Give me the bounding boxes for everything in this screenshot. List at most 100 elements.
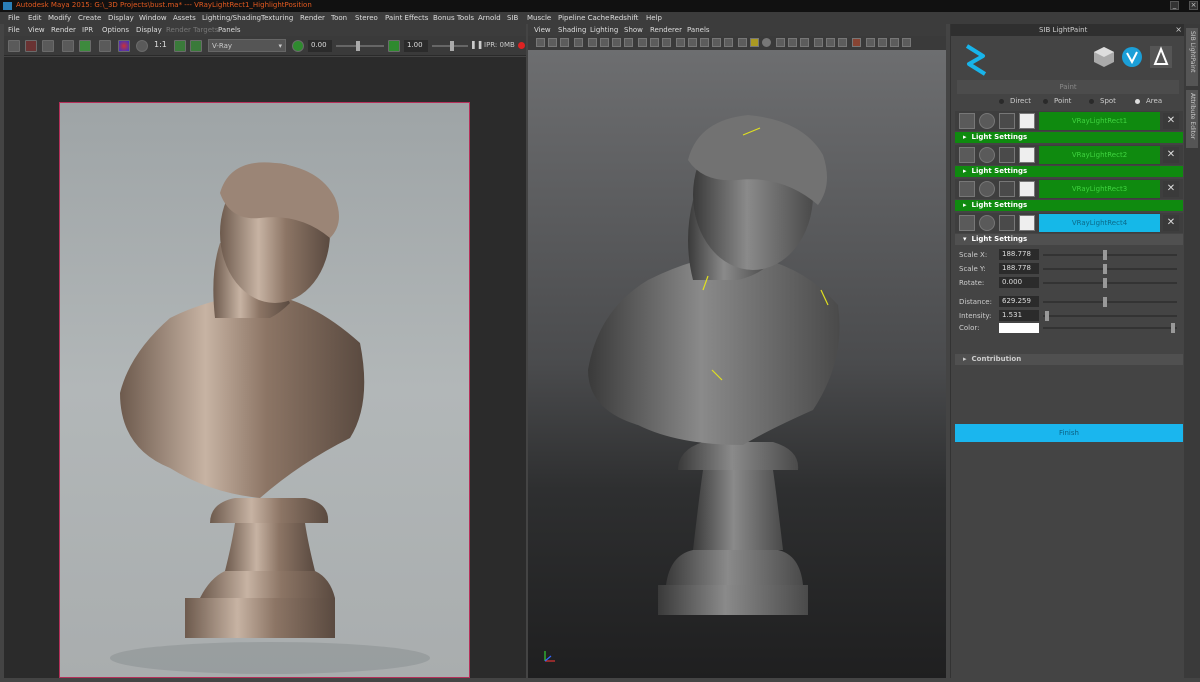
color-swatch[interactable] xyxy=(999,323,1039,333)
light-select-icon[interactable] xyxy=(1019,215,1035,231)
light-visibility-icon[interactable] xyxy=(999,147,1015,163)
viewport-misc-icon[interactable] xyxy=(902,38,911,47)
menu-paint-effects[interactable]: Paint Effects xyxy=(385,14,428,22)
image-plane-icon[interactable] xyxy=(574,38,583,47)
light-name-button[interactable]: VRayLightRect1 xyxy=(1039,112,1160,130)
delete-light-icon[interactable]: ✕ xyxy=(1163,181,1179,197)
resolution-gate-icon[interactable] xyxy=(612,38,621,47)
light-settings-header-expanded[interactable]: ▾ Light Settings xyxy=(955,234,1183,245)
isolate-select-icon[interactable] xyxy=(800,38,809,47)
rv-menu-display[interactable]: Display xyxy=(136,26,162,34)
xray-components-icon[interactable] xyxy=(838,38,847,47)
delete-light-icon[interactable]: ✕ xyxy=(1163,147,1179,163)
arnold-icon[interactable] xyxy=(1150,46,1172,68)
light-solo-icon[interactable] xyxy=(979,147,995,163)
exposure-slider[interactable] xyxy=(336,41,384,51)
rv-menu-file[interactable]: File xyxy=(8,26,20,34)
smooth-shade-icon[interactable] xyxy=(688,38,697,47)
toggle-icon-1[interactable] xyxy=(174,40,186,52)
light-name-button[interactable]: VRayLightRect2 xyxy=(1039,146,1160,164)
grid-icon[interactable] xyxy=(588,38,597,47)
xray-icon[interactable] xyxy=(814,38,823,47)
lights-icon[interactable] xyxy=(724,38,733,47)
ipr-icon[interactable] xyxy=(62,40,74,52)
light-settings-header[interactable]: ▸ Light Settings xyxy=(955,200,1183,211)
gamma-field[interactable]: 1.00 xyxy=(404,40,428,52)
rv-menu-options[interactable]: Options xyxy=(102,26,129,34)
distance-field[interactable]: 629.259 xyxy=(999,296,1039,307)
light-name-button[interactable]: VRayLightRect3 xyxy=(1039,180,1160,198)
close-button[interactable]: × xyxy=(1189,1,1198,10)
scale-y-knob[interactable] xyxy=(1103,264,1107,274)
xray-joints-icon[interactable] xyxy=(826,38,835,47)
render-region-icon[interactable] xyxy=(25,40,37,52)
menu-create[interactable]: Create xyxy=(78,14,101,22)
tab-attribute-editor[interactable]: Attribute Editor xyxy=(1186,90,1198,148)
redo-render-icon[interactable] xyxy=(8,40,20,52)
scale-y-field[interactable]: 188.778 xyxy=(999,263,1039,274)
film-gate-icon[interactable] xyxy=(600,38,609,47)
gamma-slider[interactable] xyxy=(432,41,468,51)
light-solo-icon[interactable] xyxy=(979,215,995,231)
exposure-field[interactable]: 0.00 xyxy=(308,40,332,52)
vp-menu-show[interactable]: Show xyxy=(624,26,643,34)
rotate-field[interactable]: 0.000 xyxy=(999,277,1039,288)
backface-icon[interactable] xyxy=(878,38,887,47)
menu-muscle[interactable]: Muscle xyxy=(527,14,551,22)
menu-render[interactable]: Render xyxy=(300,14,325,22)
pause-icon[interactable]: ❚❚ xyxy=(470,40,483,52)
minimize-button[interactable]: _ xyxy=(1170,1,1179,10)
menu-help[interactable]: Help xyxy=(646,14,662,22)
menu-stereo[interactable]: Stereo xyxy=(355,14,378,22)
intensity-slider[interactable] xyxy=(1043,311,1177,321)
select-camera-icon[interactable] xyxy=(536,38,545,47)
light-bulb-icon[interactable] xyxy=(959,181,975,197)
menu-file[interactable]: File xyxy=(8,14,20,22)
vp-menu-panels[interactable]: Panels xyxy=(687,26,710,34)
real-size-icon[interactable]: 1:1 xyxy=(154,40,167,52)
menu-display[interactable]: Display xyxy=(108,14,134,22)
gate-mask-icon[interactable] xyxy=(624,38,633,47)
distance-knob[interactable] xyxy=(1103,297,1107,307)
color-slider[interactable] xyxy=(1043,323,1177,333)
toggle-icon-2[interactable] xyxy=(190,40,202,52)
hud-icon[interactable] xyxy=(852,38,861,47)
camera-attributes-icon[interactable] xyxy=(548,38,557,47)
delete-light-icon[interactable]: ✕ xyxy=(1163,215,1179,231)
menu-bonus-tools[interactable]: Bonus Tools xyxy=(433,14,474,22)
light-visibility-icon[interactable] xyxy=(999,215,1015,231)
light-solo-icon[interactable] xyxy=(979,113,995,129)
contribution-header[interactable]: ▸ Contribution xyxy=(955,354,1183,365)
light-select-icon[interactable] xyxy=(1019,113,1035,129)
ambient-occlusion-icon[interactable] xyxy=(750,38,759,47)
light-bulb-icon[interactable] xyxy=(959,113,975,129)
vp-menu-view[interactable]: View xyxy=(534,26,551,34)
depth-of-field-icon[interactable] xyxy=(788,38,797,47)
menu-redshift[interactable]: Redshift xyxy=(610,14,638,22)
light-bulb-icon[interactable] xyxy=(959,147,975,163)
menu-texturing[interactable]: Texturing xyxy=(261,14,293,22)
light-visibility-icon[interactable] xyxy=(999,181,1015,197)
wireframe-on-shaded-icon[interactable] xyxy=(700,38,709,47)
bookmark-icon[interactable] xyxy=(560,38,569,47)
rotate-knob[interactable] xyxy=(1103,278,1107,288)
rv-menu-render-targets[interactable]: Render Targets xyxy=(166,26,218,34)
radio-area[interactable]: Area xyxy=(1135,97,1162,105)
gamma-slider-knob[interactable] xyxy=(450,41,454,51)
rv-menu-render[interactable]: Render xyxy=(51,26,76,34)
light-solo-icon[interactable] xyxy=(979,181,995,197)
exposure-icon[interactable] xyxy=(292,40,304,52)
light-settings-header[interactable]: ▸ Light Settings xyxy=(955,166,1183,177)
alpha-channel-icon[interactable] xyxy=(136,40,148,52)
scale-x-knob[interactable] xyxy=(1103,250,1107,260)
close-icon[interactable]: × xyxy=(1175,25,1182,34)
keep-image-icon[interactable] xyxy=(99,40,111,52)
safe-title-icon[interactable] xyxy=(662,38,671,47)
scale-x-slider[interactable] xyxy=(1043,250,1177,260)
paint-mode-bar[interactable]: Paint xyxy=(957,80,1179,94)
light-select-icon[interactable] xyxy=(1019,147,1035,163)
record-icon[interactable] xyxy=(518,42,525,49)
scale-y-slider[interactable] xyxy=(1043,264,1177,274)
menu-window[interactable]: Window xyxy=(139,14,167,22)
vp-menu-shading[interactable]: Shading xyxy=(558,26,586,34)
